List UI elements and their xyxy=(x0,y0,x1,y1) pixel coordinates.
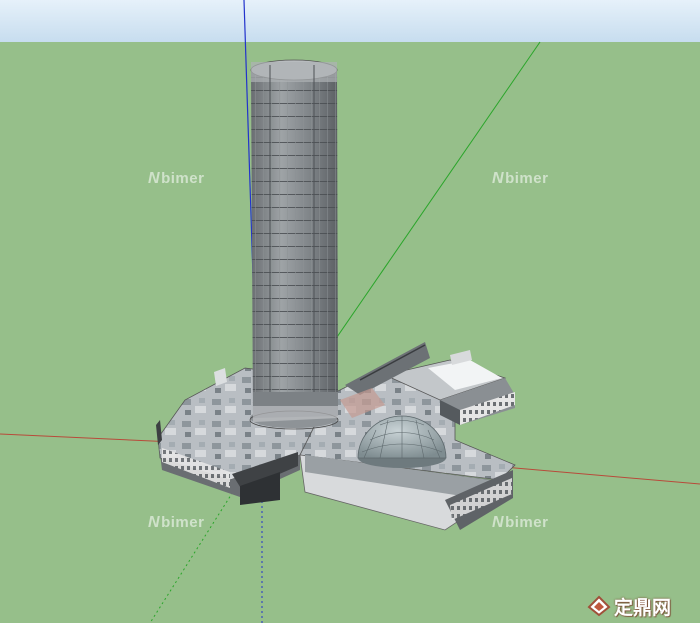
watermark: Nbimer xyxy=(492,514,549,531)
site-logo: 定鼎网 xyxy=(587,593,671,619)
sketchup-viewport: Nbimer Nbimer Nbimer Nbimer 定鼎网 xyxy=(0,0,700,623)
watermark: Nbimer xyxy=(492,170,549,187)
logo-mark-icon xyxy=(587,595,611,617)
watermark: Nbimer xyxy=(148,170,205,187)
3d-model-scene xyxy=(0,0,700,623)
sky xyxy=(0,0,700,42)
logo-text: 定鼎网 xyxy=(614,596,672,619)
ground-plane xyxy=(0,42,700,623)
tower xyxy=(249,59,339,430)
watermark: Nbimer xyxy=(148,514,205,531)
